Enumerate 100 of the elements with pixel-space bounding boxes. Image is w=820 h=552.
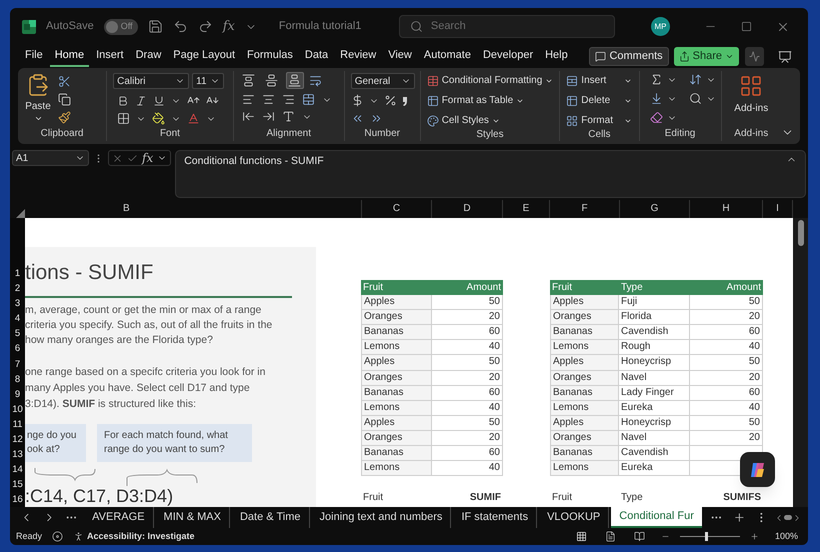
maximize-icon[interactable] <box>741 21 752 32</box>
ribbon-tab[interactable]: Page Layout <box>168 46 240 67</box>
name-box[interactable]: A1 <box>12 150 89 166</box>
ribbon-tab[interactable]: Help <box>540 46 573 67</box>
cells-menu-button[interactable]: Format <box>566 113 632 128</box>
search-input[interactable]: Search <box>430 18 581 35</box>
ribbon-tab[interactable]: File <box>20 46 48 67</box>
fill-icon[interactable] <box>650 92 663 105</box>
bold-icon[interactable] <box>117 94 130 106</box>
format-painter-icon[interactable] <box>58 111 71 124</box>
row-header[interactable]: 10 <box>10 400 25 416</box>
activity-button[interactable] <box>745 47 764 66</box>
accessibility-icon[interactable] <box>73 531 84 542</box>
row-header[interactable]: 15 <box>10 476 25 492</box>
increase-indent-icon[interactable] <box>262 110 275 123</box>
row-header[interactable]: 4 <box>10 310 25 326</box>
wrap-text-icon[interactable] <box>308 74 322 87</box>
copy-icon[interactable] <box>58 93 71 106</box>
align-center-icon[interactable] <box>262 93 275 106</box>
comma-style-icon[interactable] <box>402 94 408 106</box>
ribbon-tab[interactable]: Review <box>335 46 382 67</box>
search-field[interactable]: Search <box>398 15 615 38</box>
font-color-icon[interactable] <box>187 112 200 125</box>
sheet-tab[interactable]: VLOOKUP <box>539 507 610 528</box>
cells-menu-button[interactable]: Delete <box>566 93 632 108</box>
horizontal-scroll-thumb[interactable] <box>784 515 792 520</box>
row-header[interactable]: 3 <box>10 295 25 310</box>
align-left-icon[interactable] <box>242 93 255 106</box>
normal-view-icon[interactable] <box>576 531 587 542</box>
row-header[interactable]: 9 <box>10 386 25 401</box>
sort-filter-icon[interactable] <box>688 73 702 86</box>
borders-icon[interactable] <box>117 112 130 125</box>
zoom-thumb[interactable] <box>705 532 708 541</box>
sheet-tab[interactable]: Date & Time <box>232 507 310 528</box>
page-layout-view-icon[interactable] <box>604 531 616 542</box>
fill-color-icon[interactable] <box>152 112 166 125</box>
user-avatar[interactable]: MP <box>651 17 670 36</box>
sheet-tab[interactable]: AVERAGE <box>84 507 154 528</box>
paste-button[interactable]: Paste <box>24 73 52 127</box>
ribbon-tab[interactable]: Developer <box>478 46 538 67</box>
formula-input[interactable]: Conditional functions - SUMIF <box>175 150 806 198</box>
ribbon-tab[interactable]: Data <box>300 46 334 67</box>
underline-icon[interactable] <box>153 94 166 106</box>
undo-icon[interactable] <box>172 19 188 34</box>
row-header[interactable]: 14 <box>10 461 25 476</box>
row-header[interactable]: 12 <box>10 430 25 446</box>
row-header[interactable]: 2 <box>10 280 25 296</box>
add-ins-button[interactable]: Add-ins <box>728 71 775 127</box>
select-all-corner[interactable] <box>16 209 25 218</box>
row-header[interactable]: 11 <box>10 416 25 431</box>
decrease-indent-icon[interactable] <box>242 110 255 123</box>
ribbon-tab[interactable]: Automate <box>418 46 476 67</box>
styles-menu-button[interactable]: Cell Styles <box>426 113 554 128</box>
sheet-tab[interactable]: MIN & MAX <box>156 507 230 528</box>
ribbon-tab[interactable]: View <box>383 46 417 67</box>
align-right-icon[interactable] <box>282 93 295 106</box>
font-size-dropdown[interactable]: 11 <box>192 73 224 89</box>
sheet-tab[interactable]: IF statements <box>453 507 538 528</box>
macro-record-icon[interactable] <box>52 531 64 542</box>
cancel-icon[interactable] <box>112 152 123 164</box>
copilot-button[interactable] <box>740 452 775 487</box>
percent-icon[interactable] <box>384 94 397 107</box>
vertical-align-button[interactable] <box>286 72 304 89</box>
ribbon-tab[interactable]: Draw <box>130 46 166 67</box>
insert-function-button[interactable]: fx <box>222 16 235 36</box>
row-header[interactable]: 8 <box>10 370 25 386</box>
accessibility-status[interactable]: Accessibility: Investigate <box>87 530 195 544</box>
ribbon-tab[interactable]: Insert <box>91 46 129 67</box>
number-format-dropdown[interactable]: General <box>350 73 415 89</box>
ribbon-tab[interactable]: Formulas <box>242 46 298 67</box>
zoom-in-icon[interactable] <box>750 532 759 541</box>
font-family-dropdown[interactable]: Calibri <box>113 73 190 89</box>
sheet-tab[interactable]: Conditional Fur <box>611 507 702 528</box>
styles-menu-button[interactable]: Format as Table <box>426 93 554 108</box>
file-name[interactable]: Formula tutorial1 <box>278 18 389 35</box>
text-orientation-icon[interactable] <box>282 110 295 123</box>
italic-icon[interactable] <box>135 94 148 106</box>
row-header[interactable]: 6 <box>10 340 25 356</box>
enter-icon[interactable] <box>127 152 138 164</box>
scroll-thumb[interactable] <box>798 220 804 246</box>
comments-button[interactable]: Comments <box>589 47 669 66</box>
merge-cells-icon[interactable] <box>302 93 315 106</box>
page-break-view-icon[interactable] <box>634 531 645 542</box>
present-icon[interactable] <box>778 50 792 64</box>
row-header[interactable]: 13 <box>10 446 25 462</box>
redo-icon[interactable] <box>198 19 213 34</box>
find-icon[interactable] <box>688 92 702 105</box>
zoom-slider[interactable] <box>680 532 740 541</box>
row-header[interactable]: 16 <box>10 491 25 506</box>
cells-menu-button[interactable]: Insert <box>566 73 632 88</box>
sheet-tab[interactable]: Joining text and numbers <box>312 507 452 528</box>
share-button[interactable]: Share <box>674 47 739 66</box>
row-header[interactable]: 1 <box>10 218 25 280</box>
save-icon[interactable] <box>148 19 163 34</box>
row-header[interactable]: 5 <box>10 325 25 340</box>
clear-icon[interactable] <box>650 111 663 124</box>
row-header[interactable]: 7 <box>10 355 25 371</box>
cut-icon[interactable] <box>58 75 71 88</box>
styles-menu-button[interactable]: Conditional Formatting <box>426 73 554 88</box>
add-sheet-icon[interactable] <box>732 511 746 524</box>
